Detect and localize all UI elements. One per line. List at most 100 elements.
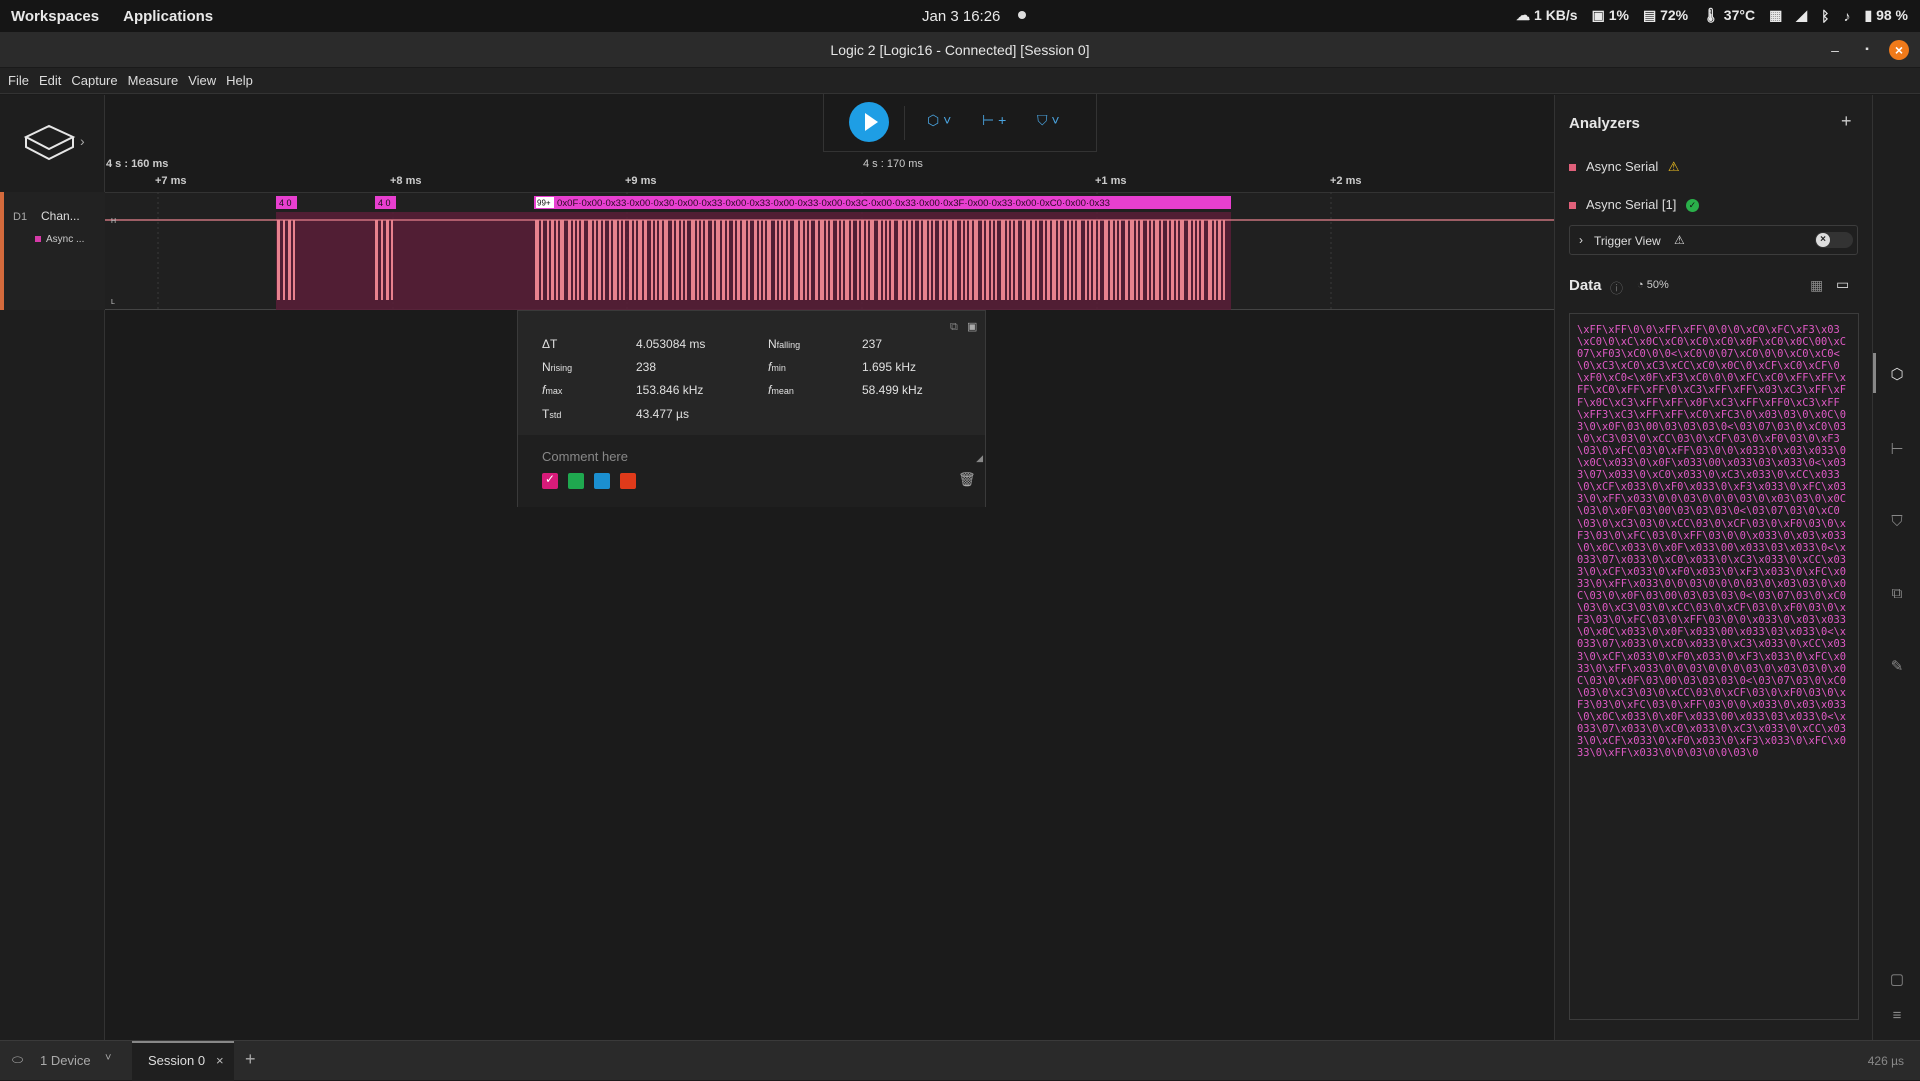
waveform-view[interactable]: H L 4 0 4 0 99+ 0x0F·0x00·0x33·0x00·0x30… [105, 192, 1554, 310]
signal-pulse [1155, 220, 1159, 300]
session-tab-label: Session 0 [148, 1053, 206, 1068]
network-speed[interactable]: ☁ 1 KB/s [1516, 7, 1577, 24]
signal-pulse [1136, 220, 1138, 300]
cpu-usage[interactable]: ▣ 1% [1592, 7, 1629, 24]
volume-icon[interactable]: ♪ [1843, 8, 1850, 24]
terminal-view-icon[interactable]: ▭ [1836, 276, 1849, 293]
signal-pulse [1208, 220, 1212, 300]
menu-help[interactable]: Help [226, 73, 253, 88]
tick-label: +8 ms [390, 175, 422, 187]
menu-capture[interactable]: Capture [71, 73, 117, 88]
notes-flag-icon[interactable]: ⛉ [1888, 513, 1906, 531]
bluetooth-icon[interactable]: ᛒ [1821, 8, 1829, 24]
signal-pulse [1151, 220, 1153, 300]
marker-menu-icon[interactable]: ⛉ ˅ [1037, 112, 1060, 129]
minimize-icon[interactable]: – [1826, 41, 1844, 59]
menu-measure[interactable]: Measure [128, 73, 179, 88]
nfalling-label: Nfalling [768, 337, 801, 351]
applications-menu[interactable]: Applications [123, 8, 213, 25]
device-selector[interactable]: 1 Device [40, 1053, 91, 1068]
battery[interactable]: ▮ 98 % [1864, 7, 1908, 24]
settings-menu-icon[interactable]: ≡ [1888, 1007, 1906, 1025]
trigger-view-row[interactable]: › Trigger View ⚠ × [1569, 225, 1858, 255]
analyzer-menu-icon[interactable]: ⬡ ˅ [927, 112, 951, 129]
chevron-down-icon[interactable]: ˅ [105, 1052, 111, 1064]
comment-input[interactable]: Comment here [542, 449, 628, 464]
resize-handle-icon[interactable]: ◢ [976, 453, 983, 464]
signal-pulse [603, 220, 605, 300]
help-icon[interactable]: ⓘ [1610, 278, 1623, 297]
measure-add-icon[interactable]: ⊢ + [982, 112, 1006, 129]
start-capture-button[interactable] [849, 102, 889, 142]
data-terminal[interactable]: \xFF\xFF\0\0\xFF\xFF\0\0\0\xC0\xFC\xF3\x… [1569, 313, 1859, 1020]
wifi-icon[interactable]: ◢ [1796, 7, 1807, 24]
color-swatch-pink[interactable]: ✓ [542, 472, 558, 489]
saleae-logo-icon[interactable] [22, 123, 77, 163]
signal-pulse [800, 220, 803, 300]
color-swatch-red[interactable] [620, 473, 636, 489]
signal-pulse [866, 220, 868, 300]
add-session-button[interactable]: + [245, 1049, 256, 1070]
color-swatch-green[interactable] [568, 473, 584, 489]
annotations-icon[interactable]: ✎ [1888, 657, 1906, 675]
nrising-value: 238 [636, 360, 657, 374]
clock[interactable]: Jan 3 16:26 [922, 8, 1000, 25]
right-icon-strip: ⬡ ⊢ ⛉ ⧉ ✎ ▢ ≡ [1872, 95, 1920, 1040]
signal-pulse [722, 220, 725, 300]
signal-pulse [919, 220, 921, 300]
analyzer-item[interactable]: Async Serial ⚠ [1569, 159, 1680, 175]
analyzer-item[interactable]: Async Serial [1] ✓ [1569, 197, 1699, 213]
frame-count-text: 99+ [537, 199, 551, 208]
menu-view[interactable]: View [188, 73, 216, 88]
maximize-icon[interactable]: ▪ [1858, 41, 1876, 59]
workspaces-menu[interactable]: Workspaces [11, 8, 99, 25]
signal-pulse [1188, 220, 1191, 300]
channel-name[interactable]: Chan... [41, 209, 80, 223]
signal-pulse [1073, 220, 1075, 300]
trigger-toggle[interactable]: × [1815, 232, 1853, 248]
tstd-label: Tstd [542, 407, 562, 421]
tick-label: +7 ms [155, 175, 187, 187]
chevron-right-icon[interactable]: › [1579, 233, 1583, 247]
feedback-icon[interactable]: ▢ [1888, 970, 1906, 988]
time-ruler[interactable]: 4 s : 160 ms 4 s : 170 ms +7 ms +8 ms +9… [105, 150, 1554, 192]
memory-usage[interactable]: ▤ 72% [1643, 7, 1688, 24]
signal-pulse [830, 220, 833, 300]
signal-pulse [887, 220, 889, 300]
add-analyzer-button[interactable]: + [1841, 111, 1852, 132]
signal-pulse [381, 220, 383, 300]
temperature[interactable]: 🌡 37°C [1702, 7, 1755, 24]
signal-pulse [961, 220, 963, 300]
delete-measurement-icon[interactable]: 🗑 [958, 471, 976, 488]
signal-pulse [551, 220, 554, 300]
timing-markers-icon[interactable]: ⊢ [1888, 440, 1906, 458]
channel-label[interactable]: D1 Chan... Async ... [0, 192, 105, 310]
menu-file[interactable]: File [8, 73, 29, 88]
close-window-button[interactable]: × [1889, 40, 1909, 60]
signal-pulse [995, 220, 997, 300]
close-tab-icon[interactable]: × [216, 1053, 224, 1068]
ruler-center: 4 s : 170 ms [863, 158, 923, 170]
device-icon[interactable]: ⬭ [12, 1052, 23, 1068]
signal-pulse [386, 220, 389, 300]
session-tab[interactable]: Session 0 × [132, 1041, 234, 1081]
menu-edit[interactable]: Edit [39, 73, 61, 88]
signal-pulse [727, 220, 729, 300]
keyboard-icon[interactable]: ▦ [1769, 7, 1782, 24]
channel-analyzer[interactable]: Async ... [34, 234, 84, 245]
signal-pulse [701, 220, 703, 300]
extensions-icon[interactable]: ⧉ [1888, 585, 1906, 603]
signal-pulse [1047, 220, 1050, 300]
table-view-icon[interactable]: ▦ [1810, 277, 1823, 294]
signal-pulse [748, 220, 750, 300]
comment-area[interactable]: Comment here ◢ [518, 435, 985, 507]
analyzers-title: Analyzers [1569, 115, 1640, 132]
measurement-range[interactable] [276, 212, 1231, 310]
expand-sidebar-icon[interactable]: › [80, 133, 85, 149]
copy-icon[interactable]: ⧉ [950, 321, 958, 334]
signal-pulse [568, 220, 571, 300]
clipboard-icon[interactable]: ▣ [967, 320, 977, 333]
color-swatch-blue[interactable] [594, 473, 610, 489]
analyzers-icon[interactable]: ⬡ [1888, 365, 1906, 383]
signal-pulse [560, 220, 564, 300]
